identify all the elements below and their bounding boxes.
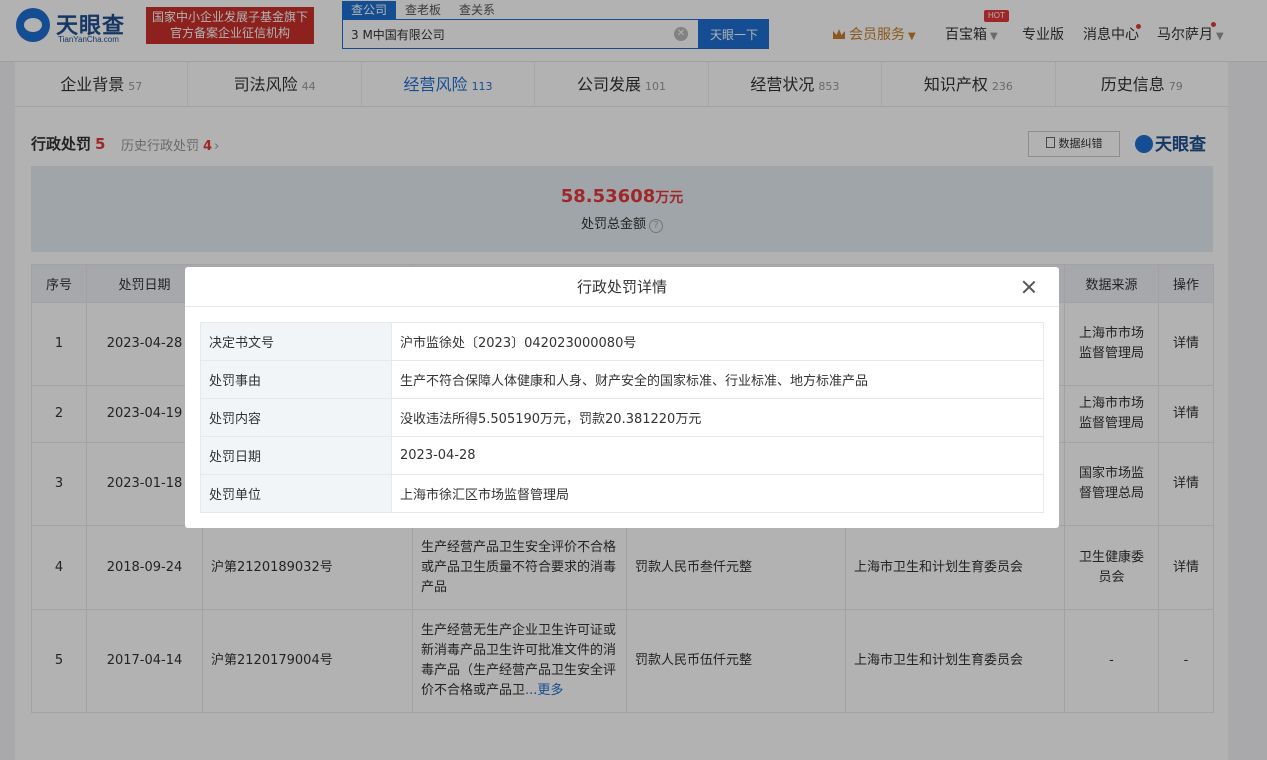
detail-key: 处罚单位 [200,474,392,513]
modal-title: 行政处罚详情 [185,267,1059,307]
detail-row: 处罚事由 生产不符合保障人体健康和人身、财产安全的国家标准、行业标准、地方标准产品 [200,360,1044,399]
detail-value: 生产不符合保障人体健康和人身、财产安全的国家标准、行业标准、地方标准产品 [391,360,1044,399]
detail-table: 决定书文号 沪市监徐处〔2023〕042023000080号 处罚事由 生产不符合保… [200,322,1044,513]
detail-key: 处罚日期 [200,436,392,475]
detail-key: 决定书文号 [200,322,392,361]
detail-value: 2023-04-28 [391,436,1044,475]
detail-key: 处罚内容 [200,398,392,437]
detail-value: 没收违法所得5.505190万元，罚款20.381220万元 [391,398,1044,437]
detail-key: 处罚事由 [200,360,392,399]
close-icon[interactable] [1019,277,1039,297]
detail-row: 决定书文号 沪市监徐处〔2023〕042023000080号 [200,322,1044,361]
detail-row: 处罚内容 没收违法所得5.505190万元，罚款20.381220万元 [200,398,1044,437]
detail-row: 处罚单位 上海市徐汇区市场监督管理局 [200,474,1044,513]
detail-row: 处罚日期 2023-04-28 [200,436,1044,475]
detail-value: 沪市监徐处〔2023〕042023000080号 [391,322,1044,361]
detail-value: 上海市徐汇区市场监督管理局 [391,474,1044,513]
penalty-detail-modal: 行政处罚详情 决定书文号 沪市监徐处〔2023〕042023000080号 处罚事… [185,267,1059,528]
